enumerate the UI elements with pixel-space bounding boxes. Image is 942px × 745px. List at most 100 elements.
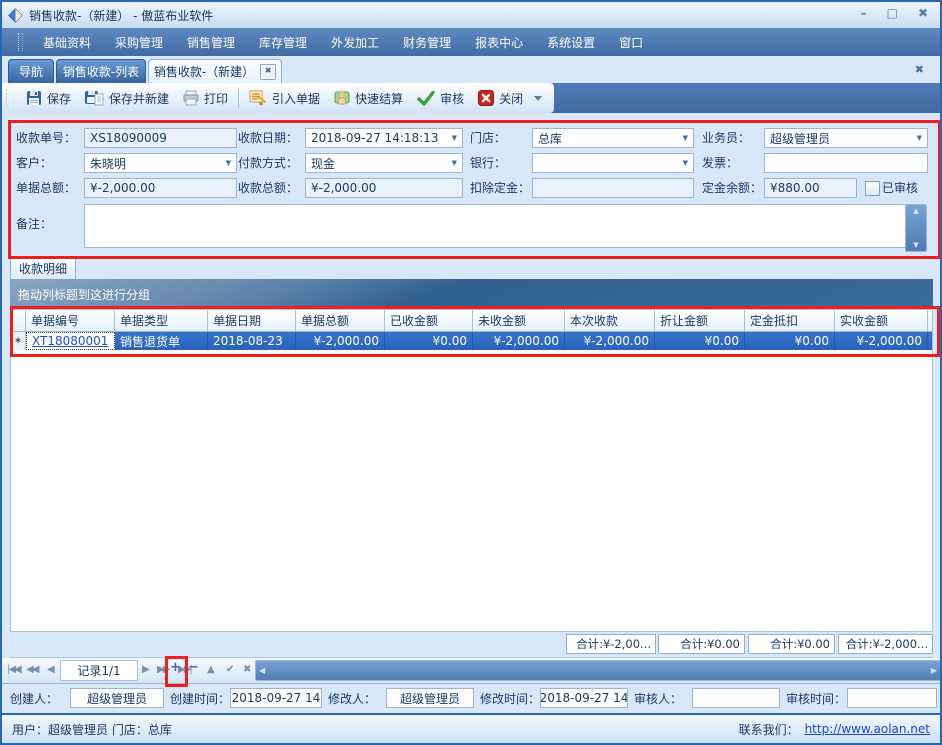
cell-doc-no[interactable]: XT18080001	[26, 332, 115, 350]
save-and-new-button[interactable]: 保存并新建	[78, 88, 176, 109]
audited-label: 已审核	[882, 178, 918, 198]
nav-cancel-button[interactable]: ✖	[243, 662, 251, 678]
minimize-button[interactable]: –	[861, 6, 867, 20]
modify-time-label: 修改时间：	[480, 690, 540, 707]
remark-spinner[interactable]: ▲ ▼	[905, 204, 927, 252]
customer-label: 客户：	[16, 153, 52, 173]
menu-item-sales[interactable]: 销售管理	[175, 30, 247, 55]
audited-checkbox[interactable]	[865, 181, 880, 196]
nav-next-page-button[interactable]: ▶▶	[157, 662, 168, 678]
menu-item-purchase[interactable]: 采购管理	[103, 30, 175, 55]
cell-deposit-offset[interactable]: ¥0.00	[745, 332, 835, 350]
tab-close-icon[interactable]: ✖	[260, 64, 276, 80]
column-header-doc-type[interactable]: 单据类型	[115, 310, 208, 331]
nav-prev-page-button[interactable]: ◀◀	[26, 662, 37, 678]
toolbar-close-button[interactable]: 关闭	[471, 88, 530, 109]
group-by-panel[interactable]: 拖动列标题到这进行分组	[10, 279, 933, 309]
remark-textarea[interactable]	[84, 204, 907, 248]
tab-sales-receipt-list[interactable]: 销售收款-列表	[56, 59, 146, 83]
menu-item-window[interactable]: 窗口	[607, 30, 655, 55]
save-button[interactable]: 保存	[19, 88, 78, 109]
menu-grip	[18, 33, 23, 51]
quick-settle-icon	[334, 90, 350, 106]
table-row[interactable]: ∗ XT18080001 销售退货单 2018-08-23 ¥-2,000.00…	[11, 332, 932, 350]
customer-select[interactable]: 朱晓明 ▼	[84, 153, 237, 173]
cell-doc-total[interactable]: ¥-2,000.00	[296, 332, 385, 350]
quick-settle-button[interactable]: 快速结算	[327, 88, 410, 109]
import-document-button[interactable]: 引入单据	[242, 88, 327, 109]
pay-method-select[interactable]: 现金 ▼	[305, 153, 463, 173]
total-deposit-offset: 合计:¥0.00	[748, 634, 835, 654]
tabstrip-close-icon[interactable]: ✖	[915, 63, 924, 76]
receipt-total-label: 收款总额：	[238, 178, 298, 198]
column-header-doc-date[interactable]: 单据日期	[208, 310, 296, 331]
column-header-unreceived[interactable]: 未收金额	[473, 310, 565, 331]
contact-label: 联系我们：	[739, 721, 799, 738]
audit-button[interactable]: 审核	[410, 88, 471, 109]
save-icon	[26, 90, 42, 106]
column-header-discount[interactable]: 折让金额	[655, 310, 745, 331]
pay-method-label: 付款方式：	[238, 153, 298, 173]
column-header-doc-total[interactable]: 单据总额	[296, 310, 385, 331]
menu-item-reports[interactable]: 报表中心	[463, 30, 535, 55]
column-header-doc-no[interactable]: 单据编号	[26, 310, 115, 331]
tab-sales-receipt-new[interactable]: 销售收款-（新建） ✖	[148, 59, 282, 83]
nav-add-row-button[interactable]: +	[170, 660, 181, 676]
nav-prev-button[interactable]: ◀	[47, 662, 53, 678]
bank-select[interactable]: ▼	[532, 153, 694, 173]
spinner-down-icon[interactable]: ▼	[913, 241, 918, 249]
nav-delete-row-button[interactable]: −	[188, 660, 199, 676]
bank-label: 银行：	[470, 153, 506, 173]
menu-item-basic-data[interactable]: 基础资料	[31, 30, 103, 55]
doc-total-label: 单据总额：	[16, 178, 76, 198]
grid-indicator-header	[11, 310, 26, 331]
column-header-this-receipt[interactable]: 本次收款	[565, 310, 655, 331]
tab-navigation[interactable]: 导航	[8, 59, 54, 83]
cell-doc-type[interactable]: 销售退货单	[115, 332, 208, 350]
column-header-received[interactable]: 已收金额	[385, 310, 473, 331]
menu-item-outsourcing[interactable]: 外发加工	[319, 30, 391, 55]
application-window: 销售收款-（新建） - 傲蓝布业软件 – □ ✖ 基础资料 采购管理 销售管理 …	[0, 0, 942, 745]
salesman-select[interactable]: 超级管理员 ▼	[764, 128, 928, 148]
toolbar-separator	[238, 88, 239, 108]
receipt-total-field: ¥-2,000.00	[305, 178, 463, 198]
cell-doc-date[interactable]: 2018-08-23	[208, 332, 296, 350]
menu-item-finance[interactable]: 财务管理	[391, 30, 463, 55]
maximize-button[interactable]: □	[887, 6, 898, 20]
menu-item-inventory[interactable]: 库存管理	[247, 30, 319, 55]
column-header-deposit-offset[interactable]: 定金抵扣	[745, 310, 835, 331]
store-select[interactable]: 总库 ▼	[532, 128, 694, 148]
toolbar-dropdown-icon[interactable]	[534, 96, 542, 101]
tab-receipt-detail[interactable]: 收款明细	[10, 256, 76, 279]
column-header-actual[interactable]: 实收金额	[835, 310, 928, 331]
invoice-field[interactable]	[764, 153, 928, 173]
close-button[interactable]: ✖	[918, 6, 928, 20]
nav-next-button[interactable]: ▶	[142, 662, 148, 678]
receipt-no-field[interactable]: XS18090009	[84, 128, 237, 148]
website-link[interactable]: http://www.aolan.net	[805, 722, 930, 736]
scroll-right-icon[interactable]: ▶	[931, 666, 937, 675]
cell-discount[interactable]: ¥0.00	[655, 332, 745, 350]
creator-field: 超级管理员	[70, 688, 164, 708]
modifier-label: 修改人：	[328, 690, 376, 707]
receipt-date-select[interactable]: 2018-09-27 14:18:13 ▼	[305, 128, 463, 148]
chevron-down-icon: ▼	[683, 134, 688, 142]
nav-edit-button[interactable]: ▲	[207, 662, 215, 678]
spinner-up-icon[interactable]: ▲	[913, 207, 918, 215]
deduct-deposit-field[interactable]	[532, 178, 694, 198]
nav-post-button[interactable]: ✔	[226, 662, 234, 678]
cell-received[interactable]: ¥0.00	[385, 332, 473, 350]
cell-actual[interactable]: ¥-2,000.00	[835, 332, 928, 350]
cell-this-receipt[interactable]: ¥-2,000.00	[565, 332, 655, 350]
save-and-new-icon	[85, 90, 104, 106]
print-button[interactable]: 打印	[176, 88, 235, 109]
horizontal-scrollbar[interactable]: ◀ ▶	[255, 660, 941, 681]
nav-first-button[interactable]: |◀◀	[7, 662, 20, 678]
creator-label: 创建人：	[10, 690, 58, 707]
scroll-left-icon[interactable]: ◀	[259, 666, 265, 675]
detail-grid: 单据编号 单据类型 单据日期 单据总额 已收金额 未收金额 本次收款 折让金额 …	[10, 309, 933, 632]
cell-unreceived[interactable]: ¥-2,000.00	[473, 332, 565, 350]
row-indicator: ∗	[11, 332, 26, 350]
menu-item-system[interactable]: 系统设置	[535, 30, 607, 55]
status-user-info: 用户：超级管理员 门店：总库	[12, 721, 172, 738]
